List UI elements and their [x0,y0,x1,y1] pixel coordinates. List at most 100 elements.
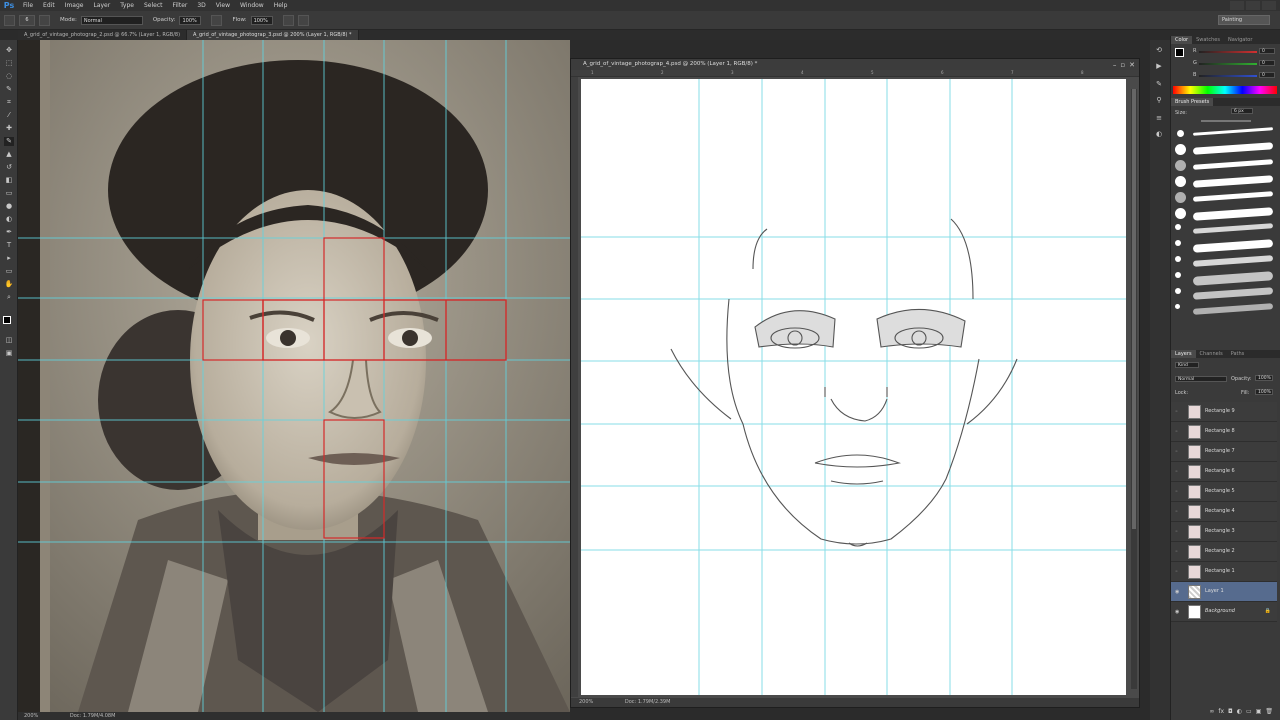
red-value-input[interactable]: 0 [1259,48,1275,54]
layer-row[interactable]: ◦ Rectangle 3 [1171,522,1277,542]
healing-brush-tool-icon[interactable]: ✚ [4,124,14,133]
menu-filter[interactable]: Filter [168,2,193,9]
crop-tool-icon[interactable]: ⌗ [4,98,14,107]
close-button[interactable] [1262,1,1276,10]
scroll-thumb[interactable] [1132,89,1136,529]
vertical-scrollbar[interactable] [1131,89,1137,689]
history-panel-icon[interactable]: ⟲ [1154,46,1164,55]
tab-brush-presets[interactable]: Brush Presets [1171,98,1214,106]
visibility-eye-icon[interactable]: ◦ [1175,469,1181,475]
type-tool-icon[interactable]: T [4,241,14,250]
visibility-eye-icon[interactable]: ◦ [1175,409,1181,415]
gradient-tool-icon[interactable]: ▭ [4,189,14,198]
layer-filter-select[interactable]: Kind [1175,362,1199,368]
blue-slider[interactable] [1199,75,1257,77]
visibility-eye-icon[interactable]: ◦ [1175,569,1181,575]
color-fg-swatch[interactable] [1175,48,1184,57]
clone-stamp-tool-icon[interactable]: ▲ [4,150,14,159]
layer-opacity-input[interactable]: 100% [1255,375,1273,381]
screen-mode-icon[interactable]: ▣ [4,349,14,358]
airbrush-icon[interactable] [282,14,294,26]
reference-photo-canvas[interactable] [18,40,570,712]
eyedropper-tool-icon[interactable]: ⁄ [4,111,14,120]
adjustments-panel-icon[interactable]: ◐ [1154,130,1164,139]
add-mask-icon[interactable]: ◘ [1228,708,1233,716]
doc-maximize-icon[interactable]: ▫ [1120,61,1125,69]
actions-panel-icon[interactable]: ▶ [1154,62,1164,71]
brush-tool-icon[interactable]: ✎ [4,137,14,146]
menu-view[interactable]: View [211,2,235,9]
pen-tool-icon[interactable]: ✒ [4,228,14,237]
menu-select[interactable]: Select [139,2,168,9]
menu-help[interactable]: Help [269,2,293,9]
visibility-eye-icon[interactable]: ◦ [1175,449,1181,455]
floating-doc-zoom[interactable]: 200% [579,699,593,705]
visibility-eye-icon[interactable]: ◦ [1175,489,1181,495]
history-brush-tool-icon[interactable]: ↺ [4,163,14,172]
menu-3d[interactable]: 3D [192,2,210,9]
quick-mask-icon[interactable]: ◫ [4,336,14,345]
menu-window[interactable]: Window [235,2,269,9]
mode-select[interactable]: Normal [80,15,143,25]
shape-tool-icon[interactable]: ▭ [4,267,14,276]
menu-image[interactable]: Image [60,2,89,9]
menu-type[interactable]: Type [115,2,139,9]
layer-row[interactable]: ◦ Rectangle 8 [1171,422,1277,442]
horizontal-ruler[interactable]: 1 2 3 4 5 6 7 8 [571,70,1139,77]
layer-row[interactable]: ◦ Rectangle 5 [1171,482,1277,502]
dodge-tool-icon[interactable]: ◐ [4,215,14,224]
color-spectrum-bar[interactable] [1173,86,1277,94]
tab-paths[interactable]: Paths [1227,350,1249,358]
layer-style-icon[interactable]: fx [1218,708,1224,716]
minimize-button[interactable] [1230,1,1244,10]
delete-layer-icon[interactable]: 🗑 [1265,708,1273,716]
workspace-switcher[interactable]: Painting [1218,15,1270,25]
green-slider[interactable] [1199,63,1257,65]
brush-tool-preset-icon[interactable] [4,14,15,26]
red-slider[interactable] [1199,51,1257,53]
marquee-tool-icon[interactable]: ⬚ [4,59,14,68]
tab-navigator[interactable]: Navigator [1224,36,1256,44]
hand-tool-icon[interactable]: ✋ [4,280,14,289]
doc-tab-3[interactable]: A_grid_of_vintage_photograp_3.psd @ 200%… [187,30,359,40]
layer-row-selected[interactable]: ◉ Layer 1 [1171,582,1277,602]
menu-edit[interactable]: Edit [38,2,60,9]
layer-fill-input[interactable]: 100% [1255,389,1273,395]
pressure-opacity-icon[interactable] [211,14,223,26]
visibility-eye-icon[interactable]: ◦ [1175,509,1181,515]
vertical-ruler[interactable] [571,77,578,697]
brush-size-picker[interactable]: 6 [19,14,35,26]
brush-preset-list[interactable] [1171,126,1280,336]
floating-doc-title[interactable]: A_grid_of_vintage_photograp_4.psd @ 200%… [571,59,1139,70]
doc-tab-2[interactable]: A_grid_of_vintage_photograp_2.psd @ 66.7… [18,30,188,40]
new-group-icon[interactable]: ▭ [1246,708,1252,716]
layer-row[interactable]: ◦ Rectangle 6 [1171,462,1277,482]
brush-size-input[interactable]: 6 px [1231,108,1253,114]
doc-minimize-icon[interactable]: – [1113,61,1117,69]
opacity-input[interactable]: 100% [179,15,202,25]
foreground-color-swatch[interactable] [3,316,11,324]
layer-row[interactable]: ◦ Rectangle 9 [1171,402,1277,422]
menu-layer[interactable]: Layer [88,2,115,9]
layer-row[interactable]: ◦ Rectangle 4 [1171,502,1277,522]
doc-close-icon[interactable]: ✕ [1129,61,1135,69]
visibility-eye-icon[interactable]: ◉ [1175,609,1181,615]
tab-layers[interactable]: Layers [1171,350,1196,358]
visibility-eye-icon[interactable]: ◦ [1175,529,1181,535]
flow-input[interactable]: 100% [250,15,273,25]
menu-file[interactable]: File [18,2,38,9]
new-layer-icon[interactable]: ▣ [1256,708,1262,716]
left-doc-zoom[interactable]: 200% [24,713,38,719]
tab-swatches[interactable]: Swatches [1192,36,1224,44]
layer-row[interactable]: ◉ Background 🔒 [1171,602,1277,622]
layer-row[interactable]: ◦ Rectangle 1 [1171,562,1277,582]
path-select-tool-icon[interactable]: ▸ [4,254,14,263]
maximize-button[interactable] [1246,1,1260,10]
properties-panel-icon[interactable]: ≡ [1154,114,1164,123]
visibility-eye-icon[interactable]: ◉ [1175,589,1181,595]
layer-row[interactable]: ◦ Rectangle 7 [1171,442,1277,462]
quick-select-tool-icon[interactable]: ✎ [4,85,14,94]
visibility-eye-icon[interactable]: ◦ [1175,549,1181,555]
sketch-canvas[interactable] [581,79,1126,695]
brush-panel-toggle-icon[interactable] [39,14,50,26]
